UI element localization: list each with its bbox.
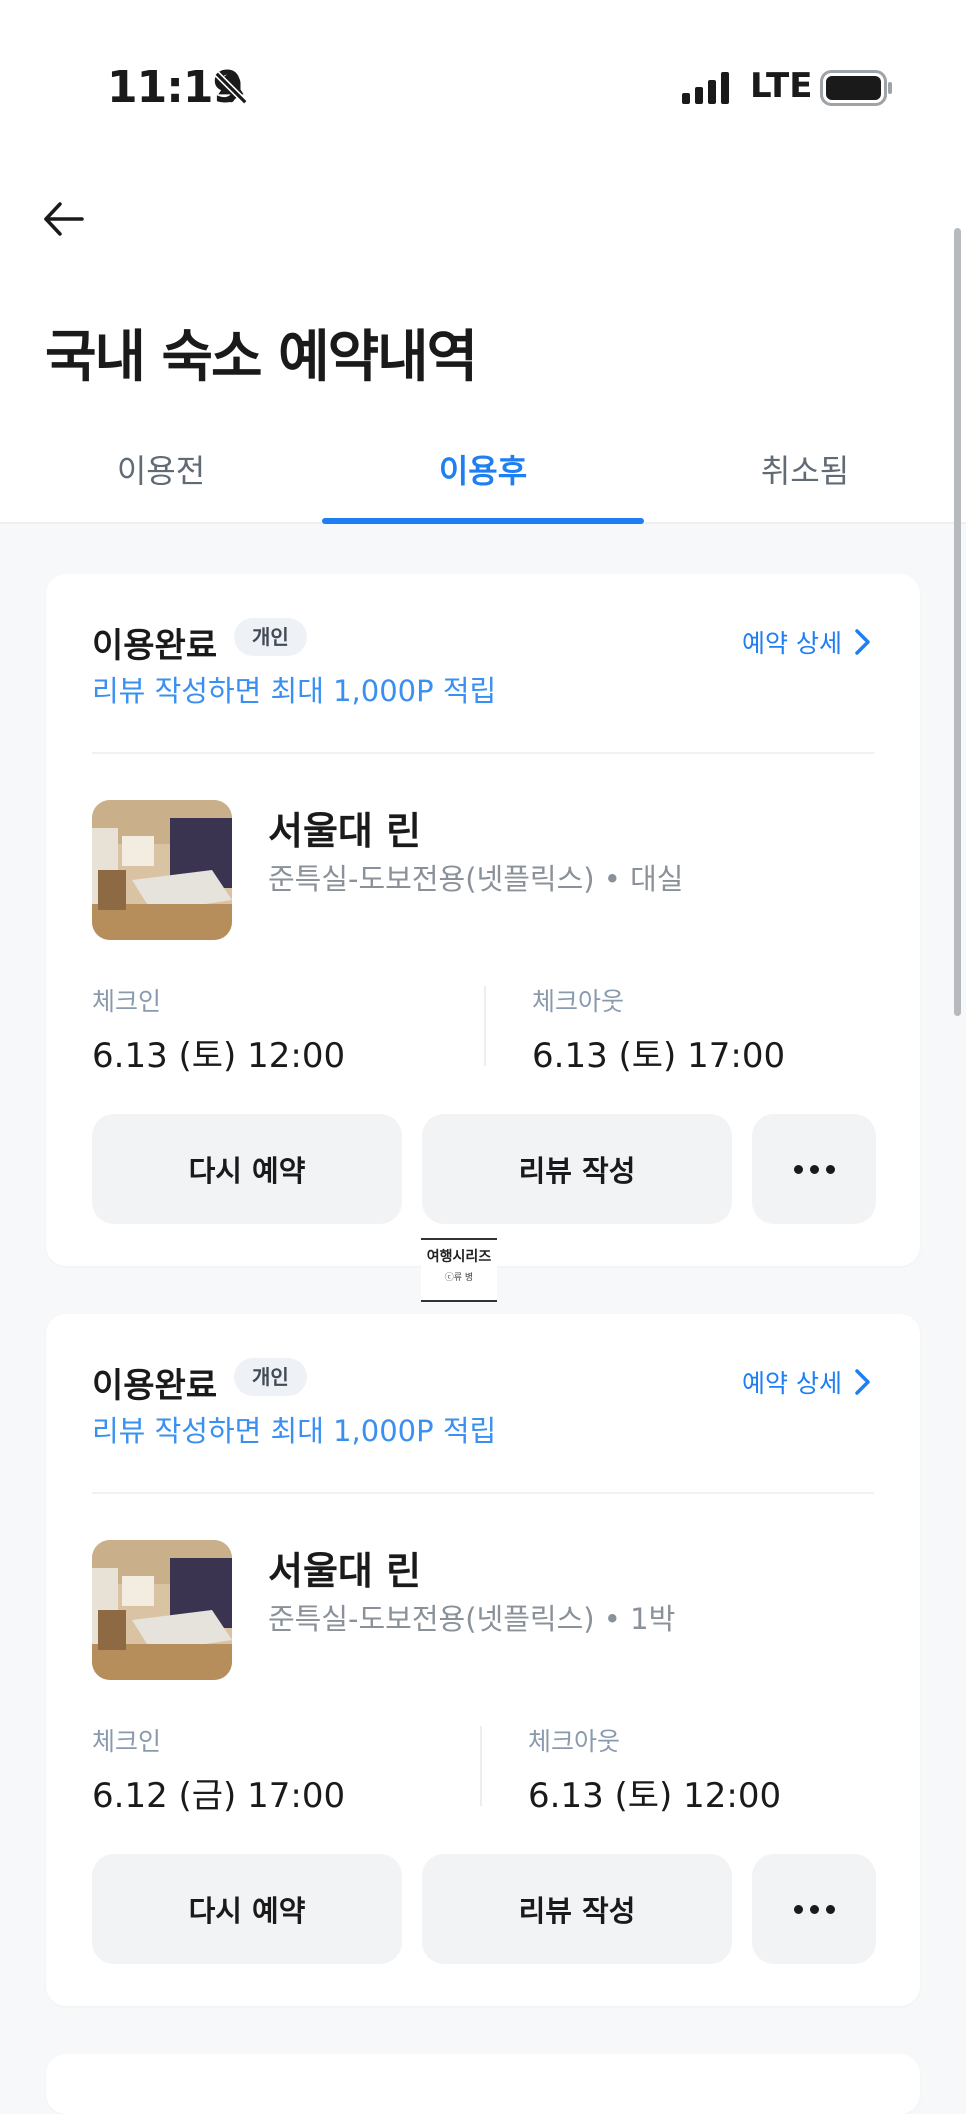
rebook-button[interactable]: 다시 예약 <box>92 1854 402 1964</box>
checkin-value: 6.12 (금) 17:00 <box>92 1776 346 1816</box>
checkin-block: 체크인 6.13 (토) 12:00 <box>92 982 345 1077</box>
more-options-button[interactable] <box>752 1854 876 1964</box>
chevron-right-icon <box>855 629 870 655</box>
more-options-button[interactable] <box>752 1114 876 1224</box>
chevron-right-icon <box>855 1369 870 1395</box>
booking-detail-label: 예약 상세 <box>742 629 842 658</box>
checkout-value: 6.13 (토) 12:00 <box>528 1776 782 1816</box>
hotel-name[interactable]: 서울대 린 <box>268 1540 421 1595</box>
checkin-label: 체크인 <box>92 1727 162 1756</box>
booking-status: 이용완료 <box>92 1366 218 1406</box>
tab-before-use[interactable]: 이용전 <box>0 446 322 492</box>
checkout-label: 체크아웃 <box>532 987 625 1016</box>
room-info: 준특실-도보전용(넷플릭스) • 대실 <box>268 862 684 896</box>
tab-after-use[interactable]: 이용후 <box>322 446 644 492</box>
battery-icon <box>820 70 892 106</box>
watermark-line1: 여행시리즈 <box>426 1249 492 1265</box>
network-type: LTE <box>750 66 813 106</box>
more-dots-icon <box>793 1164 835 1174</box>
booking-status: 이용완료 <box>92 626 218 666</box>
review-promo-text: 리뷰 작성하면 최대 1,000P 적립 <box>92 1414 497 1448</box>
checkin-block: 체크인 6.12 (금) 17:00 <box>92 1722 345 1817</box>
review-promo-text: 리뷰 작성하면 최대 1,000P 적립 <box>92 674 497 708</box>
hotel-thumbnail[interactable] <box>92 800 232 940</box>
page-title: 국내 숙소 예약내역 <box>45 325 478 390</box>
active-tab-indicator <box>322 518 644 524</box>
divider <box>92 752 874 754</box>
room-info: 준특실-도보전용(넷플릭스) • 1박 <box>268 1602 676 1636</box>
column-divider <box>484 986 486 1066</box>
signal-icon <box>682 72 729 104</box>
write-review-button[interactable]: 리뷰 작성 <box>422 1854 732 1964</box>
checkout-block: 체크아웃 6.13 (토) 12:00 <box>528 1722 781 1817</box>
divider <box>92 1492 874 1494</box>
checkout-label: 체크아웃 <box>528 1727 621 1756</box>
booking-detail-label: 예약 상세 <box>742 1369 842 1398</box>
hotel-name[interactable]: 서울대 린 <box>268 800 421 855</box>
rebook-button[interactable]: 다시 예약 <box>92 1114 402 1224</box>
watermark-line2: ⓒ류 병 <box>444 1273 474 1283</box>
more-dots-icon <box>793 1904 835 1914</box>
watermark: 여행시리즈 ⓒ류 병 <box>421 1238 497 1302</box>
booking-type-badge: 개인 <box>234 1358 307 1396</box>
booking-card-partial <box>46 2054 920 2114</box>
bell-slash-icon <box>214 71 248 105</box>
write-review-button[interactable]: 리뷰 작성 <box>422 1114 732 1224</box>
checkin-label: 체크인 <box>92 987 162 1016</box>
tab-bar: 이용전 이용후 취소됨 <box>0 438 966 524</box>
header-area: 11:19 LTE 국내 숙소 예약내역 이용전 이용후 취소됨 <box>0 0 966 524</box>
column-divider <box>480 1726 482 1806</box>
tab-cancelled[interactable]: 취소됨 <box>644 446 966 492</box>
booking-type-badge: 개인 <box>234 618 307 656</box>
checkout-block: 체크아웃 6.13 (토) 17:00 <box>532 982 785 1077</box>
booking-detail-link[interactable]: 예약 상세 <box>742 1364 874 1400</box>
booking-card: 이용완료 개인 예약 상세 리뷰 작성하면 최대 1,000P 적립 서울대 린… <box>46 1314 920 2006</box>
booking-detail-link[interactable]: 예약 상세 <box>742 624 874 660</box>
checkin-value: 6.13 (토) 12:00 <box>92 1036 346 1076</box>
scrollbar[interactable] <box>954 228 961 1016</box>
status-bar: 11:19 LTE <box>0 0 966 160</box>
hotel-thumbnail[interactable] <box>92 1540 232 1680</box>
back-arrow-icon[interactable] <box>40 196 86 242</box>
booking-card: 이용완료 개인 예약 상세 리뷰 작성하면 최대 1,000P 적립 서울대 린… <box>46 574 920 1266</box>
checkout-value: 6.13 (토) 17:00 <box>532 1036 786 1076</box>
